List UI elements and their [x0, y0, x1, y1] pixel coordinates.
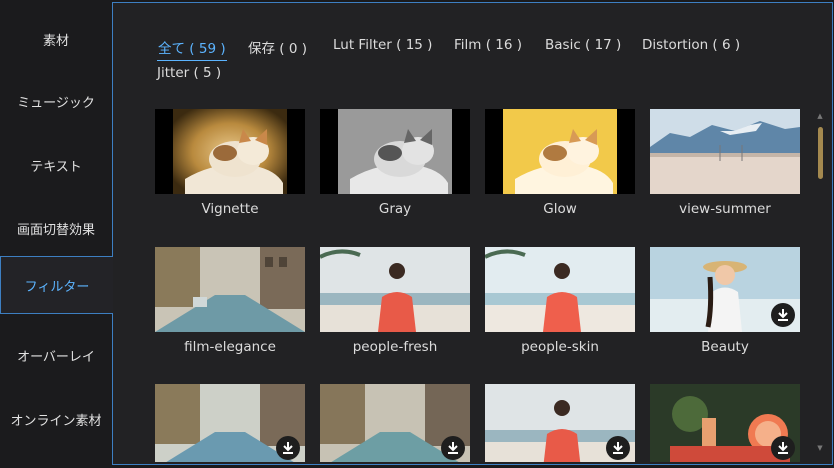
scroll-down-icon[interactable]: ▼ — [815, 444, 825, 452]
download-icon — [778, 309, 788, 321]
filter-thumbnail-people-skin[interactable] — [485, 247, 635, 332]
download-button[interactable] — [771, 436, 795, 460]
sidebar-item-text[interactable]: テキスト — [0, 136, 112, 194]
sidebar-item-media[interactable]: 素材 — [0, 10, 112, 68]
download-button[interactable] — [771, 303, 795, 327]
sidebar-item-label: フィルター — [24, 279, 90, 295]
filter-name: Vignette — [201, 201, 259, 217]
download-button[interactable] — [276, 436, 300, 460]
filter-thumbnail-gray[interactable] — [320, 109, 470, 194]
download-icon — [448, 442, 458, 454]
sidebar-item-online-media[interactable]: オンライン素材 — [0, 390, 112, 448]
filter-thumbnail[interactable] — [485, 384, 635, 462]
filter-name: Glow — [543, 201, 577, 217]
filter-name: film-elegance — [184, 339, 276, 355]
filter-name: view-summer — [679, 201, 771, 217]
filter-name: people-skin — [521, 339, 599, 355]
tab-distortion[interactable]: Distortion ( 6 ) — [642, 37, 740, 53]
sidebar-item-label: ミュージック — [17, 95, 95, 111]
filter-name: Beauty — [701, 339, 749, 355]
filter-thumbnail-film-elegance[interactable] — [155, 247, 305, 332]
sidebar: 素材 ミュージック テキスト 画面切替効果 フィルター オーバーレイ オンライン… — [0, 0, 113, 468]
filter-thumbnail[interactable] — [650, 384, 800, 462]
tab-film[interactable]: Film ( 16 ) — [454, 37, 522, 53]
tab-saved[interactable]: 保存 ( 0 ) — [248, 37, 307, 57]
tab-lut-filter[interactable]: Lut Filter ( 15 ) — [333, 37, 432, 53]
sidebar-item-label: テキスト — [30, 159, 82, 175]
tab-all[interactable]: 全て ( 59 ) — [157, 37, 227, 61]
sidebar-item-label: オーバーレイ — [17, 349, 95, 365]
sidebar-item-filters[interactable]: フィルター — [0, 256, 113, 314]
sidebar-item-music[interactable]: ミュージック — [0, 72, 112, 130]
filter-thumbnail-vignette[interactable] — [155, 109, 305, 194]
filter-thumbnail-beauty[interactable] — [650, 247, 800, 332]
filter-thumbnail-view-summer[interactable] — [650, 109, 800, 194]
download-button[interactable] — [606, 436, 630, 460]
download-icon — [613, 442, 623, 454]
sidebar-item-label: オンライン素材 — [10, 413, 102, 429]
filter-name: Gray — [378, 201, 412, 217]
scroll-up-icon[interactable]: ▲ — [815, 112, 825, 120]
scroll-thumb[interactable] — [818, 127, 823, 179]
download-icon — [283, 442, 293, 454]
filter-name: people-fresh — [352, 339, 438, 355]
tab-jitter[interactable]: Jitter ( 5 ) — [157, 65, 221, 81]
sidebar-item-label: 素材 — [42, 33, 69, 49]
sidebar-item-transitions[interactable]: 画面切替効果 — [0, 199, 112, 257]
tab-basic[interactable]: Basic ( 17 ) — [545, 37, 621, 53]
sidebar-item-label: 画面切替効果 — [16, 222, 95, 238]
scrollbar[interactable]: ▲ ▼ — [815, 110, 825, 456]
sidebar-item-overlay[interactable]: オーバーレイ — [0, 326, 112, 384]
filter-thumbnail-people-fresh[interactable] — [320, 247, 470, 332]
download-button[interactable] — [441, 436, 465, 460]
filter-thumbnail-glow[interactable] — [485, 109, 635, 194]
filter-thumbnail[interactable] — [320, 384, 470, 462]
download-icon — [778, 442, 788, 454]
filter-thumbnail[interactable] — [155, 384, 305, 462]
